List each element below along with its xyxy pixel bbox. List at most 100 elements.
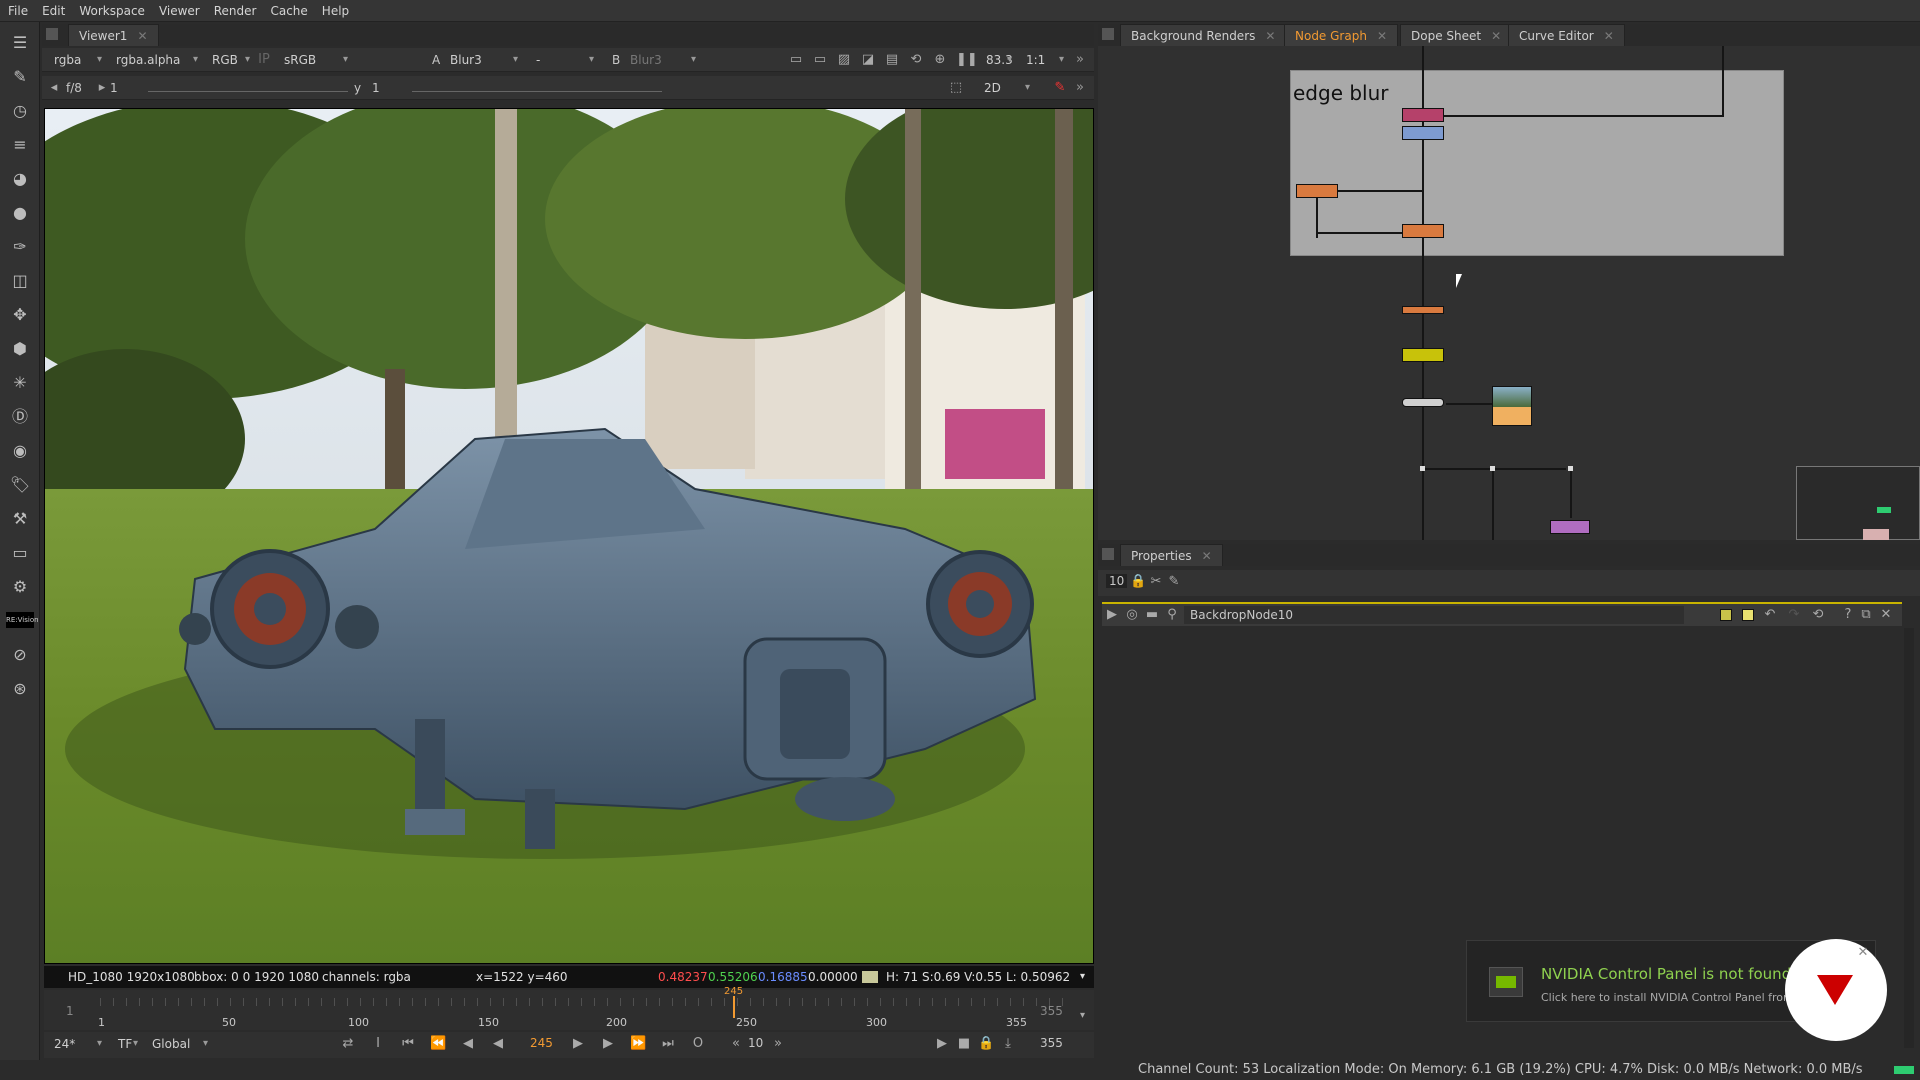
grade-node[interactable] bbox=[1402, 126, 1444, 140]
float-icon[interactable]: ⚲ bbox=[1164, 607, 1180, 623]
plugin-a-icon[interactable]: ⊘ bbox=[9, 644, 31, 666]
next-frame-icon[interactable]: ▶ bbox=[600, 1036, 616, 1052]
help-icon[interactable]: ? bbox=[1840, 607, 1856, 623]
proxy-ratio-dropdown[interactable]: 1:1 bbox=[1018, 51, 1066, 69]
zoom-dropdown[interactable]: 83.3 bbox=[978, 51, 1014, 69]
render-output-icon[interactable]: ⤓ bbox=[1000, 1036, 1016, 1052]
timeline[interactable]: 1 1 50 100 150 200 250 300 355 245 355 ▾ bbox=[44, 986, 1094, 1030]
particles-tools-icon[interactable]: ✳ bbox=[9, 372, 31, 394]
colorspace-dropdown[interactable]: sRGB bbox=[276, 51, 350, 69]
play-forward-icon[interactable]: ▶ bbox=[570, 1036, 586, 1052]
range-scope-dropdown[interactable]: Global bbox=[144, 1035, 210, 1053]
paint-icon[interactable]: ✎ bbox=[1052, 80, 1068, 96]
node-graph-canvas[interactable]: edge blur bbox=[1098, 46, 1920, 540]
display-style-dropdown[interactable]: RGB bbox=[204, 51, 252, 69]
wipe-mode-dropdown[interactable]: - bbox=[528, 51, 596, 69]
pencil-icon[interactable]: ✎ bbox=[1166, 574, 1182, 590]
close-icon[interactable]: ✕ bbox=[1265, 29, 1275, 43]
blur-node[interactable] bbox=[1402, 224, 1444, 238]
menu-render[interactable]: Render bbox=[214, 4, 257, 18]
panel-menu-icon[interactable] bbox=[46, 28, 58, 40]
merge-node[interactable] bbox=[1402, 108, 1444, 122]
playhead[interactable] bbox=[733, 996, 735, 1018]
merge-tools-icon[interactable]: ◫ bbox=[9, 270, 31, 292]
float-panel-icon[interactable]: ⧉ bbox=[1858, 607, 1874, 623]
max-panels-field[interactable]: 10 bbox=[1106, 574, 1128, 588]
metadata-tools-icon[interactable]: 🏷 bbox=[9, 474, 31, 496]
blur3-node[interactable] bbox=[1402, 306, 1444, 314]
first-frame-icon[interactable]: ⏮ bbox=[400, 1036, 416, 1052]
revision-plugin-icon[interactable]: RE:Vision bbox=[6, 612, 39, 628]
fps-dropdown[interactable]: 24* bbox=[46, 1035, 104, 1053]
gl-color-swatch[interactable] bbox=[1742, 609, 1754, 621]
blur-node[interactable] bbox=[1296, 184, 1338, 198]
node-graph-minimap[interactable] bbox=[1796, 466, 1920, 540]
chevron-down-icon[interactable]: ▾ bbox=[1080, 966, 1085, 988]
pause-icon[interactable]: ❚❚ bbox=[956, 52, 978, 68]
skip-back-icon[interactable]: « bbox=[728, 1036, 744, 1052]
ip-icon[interactable]: IP bbox=[256, 52, 272, 68]
furnace-tools-icon[interactable]: ⚙ bbox=[9, 576, 31, 598]
plugin-b-icon[interactable]: ⊛ bbox=[9, 678, 31, 700]
flipbook-icon[interactable]: ▶ bbox=[934, 1036, 950, 1052]
fstop-decrease-icon[interactable]: ◂ bbox=[46, 80, 62, 96]
dot-node[interactable] bbox=[1568, 466, 1573, 471]
tab-dope-sheet[interactable]: Dope Sheet ✕ bbox=[1400, 24, 1513, 46]
dot-node[interactable] bbox=[1490, 466, 1495, 471]
gamma-slider[interactable] bbox=[412, 84, 662, 92]
prev-keyframe-icon[interactable]: ⏪ bbox=[430, 1036, 446, 1052]
tab-curve-editor[interactable]: Curve Editor ✕ bbox=[1508, 24, 1625, 46]
zebra-icon[interactable]: ▨ bbox=[836, 52, 852, 68]
clear-panels-icon[interactable]: ✂ bbox=[1148, 574, 1164, 590]
close-icon[interactable]: ✕ bbox=[1202, 549, 1212, 563]
gamma-value[interactable]: 1 bbox=[372, 79, 380, 97]
channel-tools-icon[interactable]: ≡ bbox=[9, 134, 31, 156]
input-a-dropdown[interactable]: Blur3 bbox=[442, 51, 520, 69]
3d-tools-icon[interactable]: ⬢ bbox=[9, 338, 31, 360]
center-node-icon[interactable]: ◎ bbox=[1124, 607, 1140, 623]
close-icon[interactable]: ✕ bbox=[137, 29, 147, 43]
panel-menu-icon[interactable] bbox=[1102, 548, 1114, 560]
node-name-field[interactable]: BackdropNode10 bbox=[1184, 606, 1684, 624]
tab-viewer1[interactable]: Viewer1 ✕ bbox=[68, 24, 159, 46]
purple-node[interactable] bbox=[1550, 520, 1590, 534]
views-tools-icon[interactable]: ◉ bbox=[9, 440, 31, 462]
channels-dropdown[interactable]: rgba bbox=[46, 51, 104, 69]
revert-icon[interactable]: ⟲ bbox=[1810, 607, 1826, 623]
redo-icon[interactable]: ↷ bbox=[1786, 607, 1802, 623]
yellow-node[interactable] bbox=[1402, 348, 1444, 362]
draw-tools-icon[interactable]: ✎ bbox=[9, 66, 31, 88]
close-icon[interactable]: ✕ bbox=[1878, 607, 1894, 623]
close-icon[interactable]: ✕ bbox=[1491, 29, 1501, 43]
render-icon[interactable]: ⊕ bbox=[932, 52, 948, 68]
gain-slider[interactable] bbox=[148, 84, 348, 92]
tile-color-swatch[interactable] bbox=[1720, 609, 1732, 621]
skip-forward-icon[interactable]: » bbox=[770, 1036, 786, 1052]
input-b-dropdown[interactable]: Blur3 bbox=[622, 51, 698, 69]
lock-icon[interactable]: 🔒 bbox=[978, 1036, 994, 1052]
frame-increment-field[interactable]: 10 bbox=[748, 1036, 763, 1050]
layout-icon[interactable]: ▤ bbox=[884, 52, 900, 68]
menu-workspace[interactable]: Workspace bbox=[79, 4, 145, 18]
timeline-start[interactable]: 1 bbox=[66, 1004, 74, 1018]
clipping-icon[interactable]: ◪ bbox=[860, 52, 876, 68]
region-select-icon[interactable]: ⬚ bbox=[948, 80, 964, 96]
close-icon[interactable]: ✕ bbox=[1855, 945, 1871, 961]
loop-icon[interactable]: ⇄ bbox=[340, 1036, 356, 1052]
other-tools-icon[interactable]: ▭ bbox=[9, 542, 31, 564]
stop-render-icon[interactable]: ■ bbox=[956, 1036, 972, 1052]
menu-help[interactable]: Help bbox=[322, 4, 349, 18]
collapse-icon[interactable]: ▶ bbox=[1104, 607, 1120, 623]
expand-icon[interactable]: » bbox=[1072, 52, 1088, 68]
filter-tools-icon[interactable]: ● bbox=[9, 202, 31, 224]
tab-node-graph[interactable]: Node Graph ✕ bbox=[1284, 24, 1399, 46]
end-frame-field[interactable]: 355 bbox=[1040, 1036, 1063, 1050]
color-tools-icon[interactable]: ◕ bbox=[9, 168, 31, 190]
dot-gray-node[interactable] bbox=[1402, 398, 1444, 407]
current-frame-field[interactable]: 245 bbox=[530, 1036, 553, 1050]
image-tools-icon[interactable]: ☰ bbox=[9, 32, 31, 54]
roi-icon[interactable]: ▭ bbox=[788, 52, 804, 68]
refresh-icon[interactable]: ⟲ bbox=[908, 52, 924, 68]
out-point-icon[interactable]: O bbox=[690, 1036, 706, 1052]
alpha-channel-dropdown[interactable]: rgba.alpha bbox=[108, 51, 200, 69]
